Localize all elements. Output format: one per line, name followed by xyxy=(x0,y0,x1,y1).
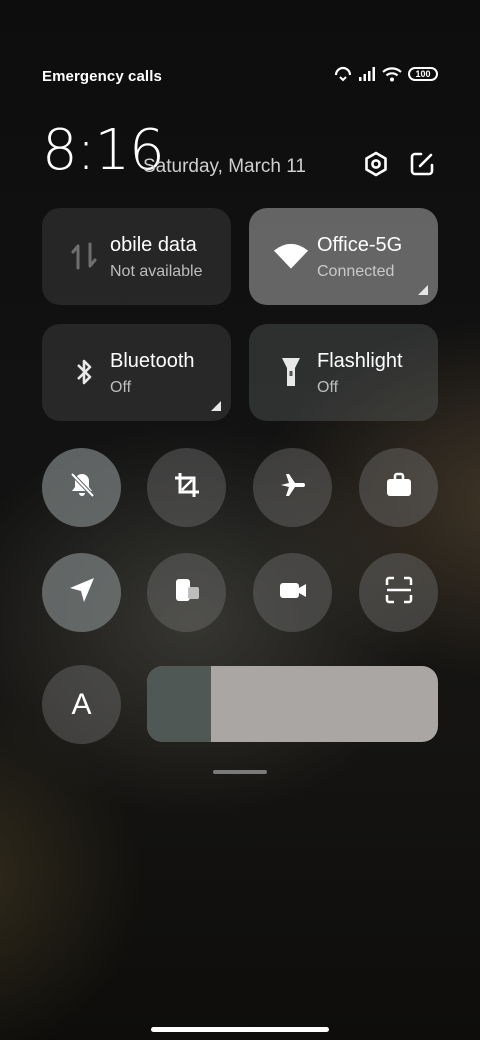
tile-name: Flashlight xyxy=(317,350,403,372)
panel-drag-handle[interactable] xyxy=(213,770,267,774)
edit-icon[interactable] xyxy=(408,150,436,178)
crop-icon xyxy=(172,470,202,505)
bluetooth-tile[interactable]: Bluetooth Off xyxy=(42,324,231,421)
work-mode-toggle[interactable] xyxy=(359,448,438,527)
flashlight-icon xyxy=(273,354,309,390)
mute-bell-icon xyxy=(67,470,97,505)
status-icons: 100 xyxy=(334,66,438,82)
screen-cast-icon xyxy=(172,575,202,610)
status-bar: Emergency calls o 100 xyxy=(42,66,438,88)
scanner-toggle[interactable] xyxy=(359,553,438,632)
brightness-level-fill xyxy=(147,666,212,742)
tile-status: Not available xyxy=(110,263,203,280)
tile-status: Off xyxy=(110,379,132,396)
signal-icon xyxy=(358,66,376,82)
wifi-tile[interactable]: Office-5G Connected xyxy=(249,208,438,305)
settings-icon[interactable] xyxy=(362,150,390,178)
mute-toggle[interactable] xyxy=(42,448,121,527)
hotspot-icon xyxy=(334,66,352,82)
wifi-status-icon xyxy=(382,66,402,82)
tile-status: Off xyxy=(317,379,339,396)
tile-name: Office-5G xyxy=(317,234,403,256)
location-icon xyxy=(67,575,97,610)
video-camera-icon xyxy=(278,575,308,610)
tile-name: obile data xyxy=(110,234,197,256)
airplane-icon xyxy=(278,470,308,505)
auto-brightness-button[interactable]: A xyxy=(42,665,121,744)
mobile-data-tile[interactable]: obile data Not available xyxy=(42,208,231,305)
briefcase-icon xyxy=(384,470,414,505)
cast-toggle[interactable] xyxy=(147,553,226,632)
mobile-data-icon xyxy=(66,238,102,274)
brightness-slider[interactable] xyxy=(147,666,438,742)
tile-name: Bluetooth xyxy=(110,350,195,372)
expand-corner-icon[interactable] xyxy=(211,401,221,411)
date: Saturday, March 11 xyxy=(143,156,306,177)
expand-corner-icon[interactable] xyxy=(418,285,428,295)
bluetooth-icon xyxy=(66,354,102,390)
screen-recorder-toggle[interactable] xyxy=(253,553,332,632)
carrier-status-text: Emergency calls o xyxy=(42,68,166,85)
screenshot-toggle[interactable] xyxy=(147,448,226,527)
location-toggle[interactable] xyxy=(42,553,121,632)
airplane-toggle[interactable] xyxy=(253,448,332,527)
tile-status: Connected xyxy=(317,263,395,280)
scan-icon xyxy=(384,575,414,610)
battery-icon: 100 xyxy=(408,67,438,81)
home-indicator[interactable] xyxy=(151,1027,329,1032)
wifi-icon xyxy=(273,238,309,274)
flashlight-tile[interactable]: Flashlight Off xyxy=(249,324,438,421)
